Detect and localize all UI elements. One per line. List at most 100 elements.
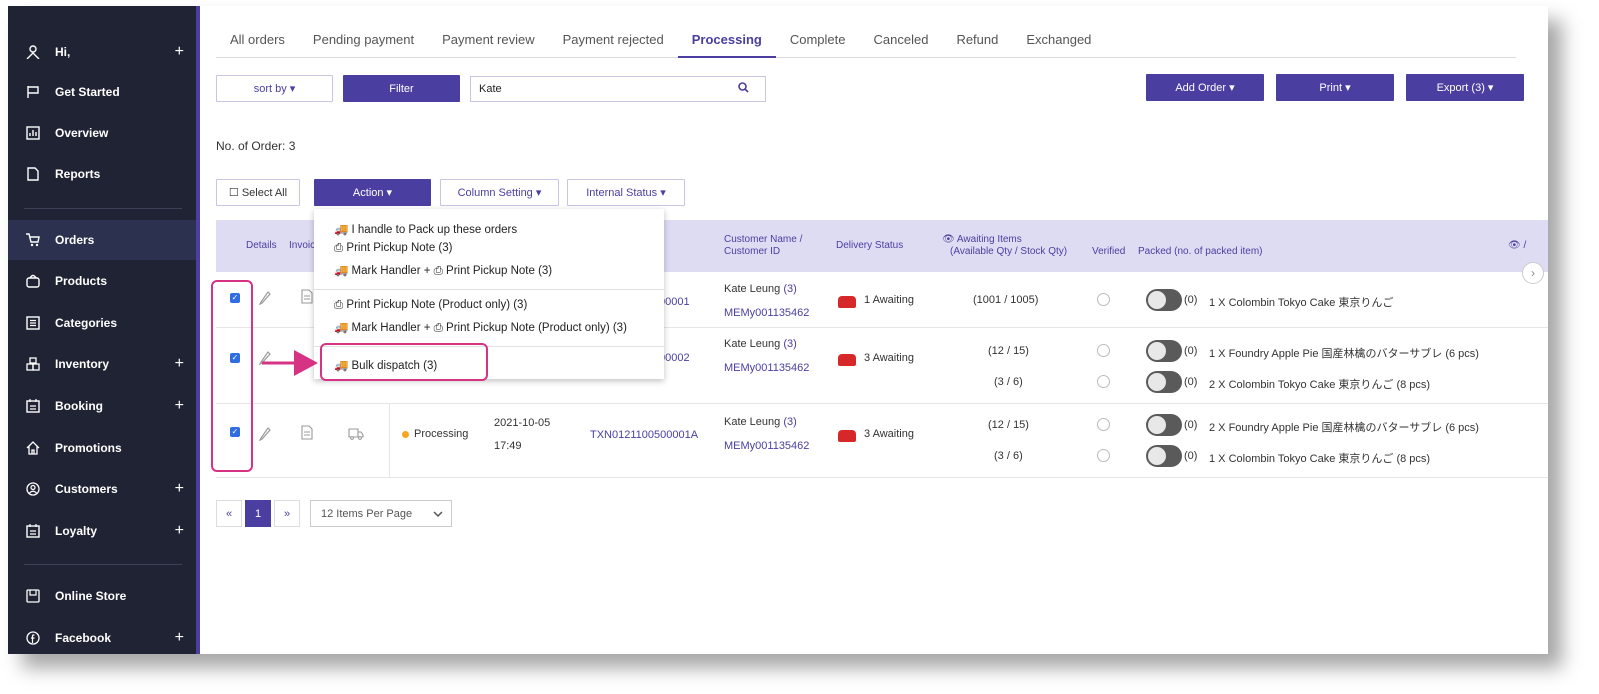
tab-exchanged[interactable]: Exchanged bbox=[1012, 24, 1105, 58]
sidebar-item-online-store[interactable]: Online Store bbox=[8, 576, 196, 616]
sort-by-button[interactable]: sort by ▾ bbox=[216, 75, 333, 102]
edit-icon[interactable] bbox=[258, 289, 272, 308]
qty-available: (12 / 15) bbox=[988, 345, 1029, 357]
menu-item-print-product-only[interactable]: ⎙ Print Pickup Note (Product only) (3) bbox=[334, 299, 527, 312]
customer-name-text: Kate Leung bbox=[724, 283, 781, 295]
packed-count: (0) bbox=[1184, 376, 1198, 388]
pager-prev[interactable]: « bbox=[216, 500, 242, 527]
delivery-truck-icon[interactable] bbox=[348, 428, 364, 443]
main-content: All orders Pending payment Payment revie… bbox=[200, 6, 1548, 654]
pager-next[interactable]: » bbox=[274, 500, 300, 527]
chevron-down-icon bbox=[433, 509, 443, 521]
status-dot bbox=[402, 431, 409, 438]
sidebar-item-overview[interactable]: Overview bbox=[8, 113, 196, 153]
menu-item-print-pickup-note[interactable]: ⎙ Print Pickup Note (3) bbox=[334, 242, 453, 255]
filter-button[interactable]: Filter bbox=[343, 75, 460, 102]
expand-icon[interactable]: + bbox=[175, 522, 184, 540]
customer-order-count[interactable]: (3) bbox=[783, 416, 796, 428]
sidebar-item-label: Facebook bbox=[55, 631, 112, 645]
tab-canceled[interactable]: Canceled bbox=[860, 24, 943, 58]
bag-icon bbox=[25, 273, 41, 289]
order-count: No. of Order: 3 bbox=[216, 139, 296, 153]
export-button[interactable]: Export (3) ▾ bbox=[1406, 74, 1524, 101]
print-button[interactable]: Print ▾ bbox=[1276, 74, 1394, 101]
tab-refund[interactable]: Refund bbox=[942, 24, 1012, 58]
sidebar-item-inventory[interactable]: Inventory + bbox=[8, 344, 196, 384]
sidebar-item-products[interactable]: Products bbox=[8, 261, 196, 301]
sidebar-item-label: Orders bbox=[55, 233, 95, 247]
invoice-icon[interactable] bbox=[301, 425, 313, 443]
expand-icon[interactable]: + bbox=[175, 43, 184, 61]
search-icon[interactable] bbox=[738, 81, 749, 96]
phone-icon bbox=[838, 430, 856, 442]
customer-id[interactable]: MEMy001135462 bbox=[724, 362, 809, 374]
cart-icon bbox=[25, 232, 41, 248]
packed-toggle[interactable] bbox=[1146, 371, 1182, 393]
menu-divider bbox=[314, 289, 664, 290]
table-row: ✓ Processing 2021-10-05 17:49 TXN0121100… bbox=[216, 404, 1548, 478]
sidebar-item-categories[interactable]: Categories bbox=[8, 303, 196, 343]
packed-toggle[interactable] bbox=[1146, 340, 1182, 362]
menu-item-mark-handler-print[interactable]: 🚚 Mark Handler + ⎙ Print Pickup Note (3) bbox=[334, 263, 552, 278]
internal-status-button[interactable]: Internal Status ▾ bbox=[567, 179, 685, 206]
sidebar-item-greeting[interactable]: Hi, + bbox=[8, 32, 196, 72]
sidebar-item-booking[interactable]: Booking + bbox=[8, 386, 196, 426]
items-per-page-select[interactable]: 12 Items Per Page bbox=[310, 500, 452, 527]
customer-id[interactable]: MEMy001135462 bbox=[724, 440, 809, 452]
facebook-icon bbox=[25, 630, 41, 646]
header-eye: 👁 / bbox=[1508, 240, 1527, 251]
edit-icon[interactable] bbox=[258, 425, 272, 444]
sidebar-divider bbox=[24, 208, 182, 209]
invoice-icon[interactable] bbox=[301, 289, 313, 307]
order-tabs: All orders Pending payment Payment revie… bbox=[216, 24, 1516, 58]
expand-icon[interactable]: + bbox=[175, 397, 184, 415]
expand-icon[interactable]: + bbox=[175, 480, 184, 498]
header-customer-id: Customer ID bbox=[724, 246, 781, 257]
order-time: 17:49 bbox=[494, 440, 522, 452]
tab-complete[interactable]: Complete bbox=[776, 24, 860, 58]
packed-toggle[interactable] bbox=[1146, 445, 1182, 467]
customer-order-count[interactable]: (3) bbox=[783, 338, 796, 350]
packed-toggle[interactable] bbox=[1146, 414, 1182, 436]
customer-order-count[interactable]: (3) bbox=[783, 283, 796, 295]
pager-page[interactable]: 1 bbox=[245, 500, 271, 527]
chart-icon bbox=[25, 125, 41, 141]
sidebar-item-orders[interactable]: Orders bbox=[8, 220, 196, 260]
menu-item-handle-pack[interactable]: 🚚 I handle to Pack up these orders bbox=[334, 222, 517, 236]
menu-item-mark-handler-print-product-only[interactable]: 🚚 Mark Handler + ⎙ Print Pickup Note (Pr… bbox=[334, 320, 627, 335]
search-input[interactable]: Kate bbox=[470, 76, 766, 102]
customer-id[interactable]: MEMy001135462 bbox=[724, 307, 809, 319]
delivery-status: 3 Awaiting bbox=[864, 352, 914, 364]
product-line: 1 X Foundry Apple Pie 国産林檎のバターサブレ (6 pcs… bbox=[1209, 348, 1479, 360]
header-delivery-status: Delivery Status bbox=[836, 240, 904, 251]
action-button[interactable]: Action ▾ bbox=[314, 179, 431, 206]
sidebar-item-reports[interactable]: Reports bbox=[8, 154, 196, 194]
verified-check-icon bbox=[1097, 293, 1110, 306]
header-available-qty: (Available Qty / Stock Qty) bbox=[950, 246, 1068, 257]
column-setting-button[interactable]: Column Setting ▾ bbox=[440, 179, 559, 206]
sidebar-item-get-started[interactable]: Get Started bbox=[8, 72, 196, 112]
sidebar-item-loyalty[interactable]: Loyalty + bbox=[8, 511, 196, 551]
select-all-button[interactable]: ☐ Select All bbox=[216, 179, 300, 206]
app-window: Hi, + Get Started Overview Reports Order… bbox=[8, 6, 1548, 654]
tab-all-orders[interactable]: All orders bbox=[216, 24, 299, 58]
transaction-id[interactable]: TXN0121100500001A bbox=[590, 429, 698, 441]
sidebar-item-customers[interactable]: Customers + bbox=[8, 469, 196, 509]
packed-count: (0) bbox=[1184, 345, 1198, 357]
tab-processing[interactable]: Processing bbox=[677, 24, 776, 58]
expand-icon[interactable]: + bbox=[175, 629, 184, 647]
packed-toggle[interactable] bbox=[1146, 289, 1182, 311]
tab-payment-rejected[interactable]: Payment rejected bbox=[549, 24, 678, 58]
tab-payment-review[interactable]: Payment review bbox=[428, 24, 548, 58]
expand-icon[interactable]: + bbox=[175, 355, 184, 373]
tab-pending-payment[interactable]: Pending payment bbox=[299, 24, 428, 58]
scroll-right-icon[interactable]: › bbox=[1522, 262, 1544, 284]
sidebar-item-promotions[interactable]: Promotions bbox=[8, 428, 196, 468]
sidebar-item-facebook[interactable]: Facebook + bbox=[8, 618, 196, 654]
sidebar-item-label: Online Store bbox=[55, 589, 127, 603]
column-divider bbox=[389, 404, 390, 478]
document-icon bbox=[25, 166, 41, 182]
add-order-button[interactable]: Add Order ▾ bbox=[1146, 74, 1264, 101]
product-line: 2 X Foundry Apple Pie 国産林檎のバターサブレ (6 pcs… bbox=[1209, 422, 1479, 434]
customer-name: Kate Leung (3) bbox=[724, 338, 797, 350]
